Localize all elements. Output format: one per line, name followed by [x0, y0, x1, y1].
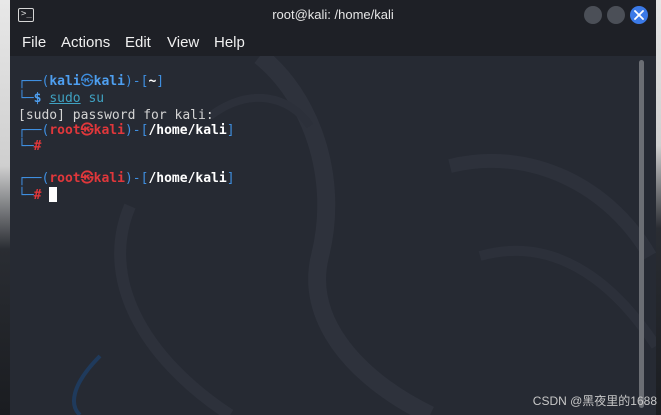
prompt-host: kali [93, 123, 125, 138]
prompt-symbol: # [33, 139, 42, 154]
menu-file[interactable]: File [20, 30, 48, 56]
prompt-user: kali [49, 74, 81, 89]
command-line-1: └─$ sudo su [18, 91, 105, 106]
desktop: >_ root@kali: /home/kali File Actions Ed… [0, 0, 661, 415]
terminal-window[interactable]: >_ root@kali: /home/kali File Actions Ed… [10, 0, 656, 415]
scrollbar[interactable] [639, 56, 645, 415]
desktop-background-left [0, 0, 10, 415]
close-icon [634, 10, 644, 20]
prompt-dir: /home/kali [148, 123, 227, 138]
watermark-credit: CSDN @黑夜里的1688 [532, 394, 657, 408]
prompt-symbol: # [33, 188, 42, 203]
title-bar[interactable]: >_ root@kali: /home/kali [10, 0, 656, 30]
terminal-output-area[interactable]: ┌──(kali㉿kali)-[~] └─$ sudo su [sudo] pa… [10, 56, 656, 415]
output-line: [sudo] password for kali: [18, 108, 214, 123]
menu-bar: File Actions Edit View Help [10, 30, 656, 56]
window-title: root@kali: /home/kali [272, 7, 394, 22]
prompt-dir: /home/kali [148, 171, 227, 186]
prompt-host: kali [93, 171, 125, 186]
prompt-host: kali [93, 74, 125, 89]
minimize-button[interactable] [584, 6, 602, 24]
menu-edit[interactable]: Edit [123, 30, 153, 56]
prompt-user: root [49, 123, 81, 138]
prompt-user: root [49, 171, 81, 186]
text-cursor [49, 187, 58, 202]
menu-view[interactable]: View [165, 30, 201, 56]
scrollbar-thumb[interactable] [639, 60, 644, 408]
prompt-symbol: $ [33, 91, 42, 106]
prompt-line-3: ┌──(root㉿kali)-[/home/kali] [18, 171, 235, 186]
maximize-button[interactable] [607, 6, 625, 24]
prompt-line-2: ┌──(root㉿kali)-[/home/kali] [18, 123, 235, 138]
prompt-line-1: ┌──(kali㉿kali)-[~] [18, 74, 165, 89]
command-line-3[interactable]: └─# [18, 187, 58, 203]
close-button[interactable] [630, 6, 648, 24]
command-text: sudo [49, 91, 81, 106]
menu-actions[interactable]: Actions [59, 30, 112, 56]
menu-help[interactable]: Help [212, 30, 247, 56]
command-args: su [80, 91, 105, 106]
command-line-2: └─# [18, 139, 42, 154]
